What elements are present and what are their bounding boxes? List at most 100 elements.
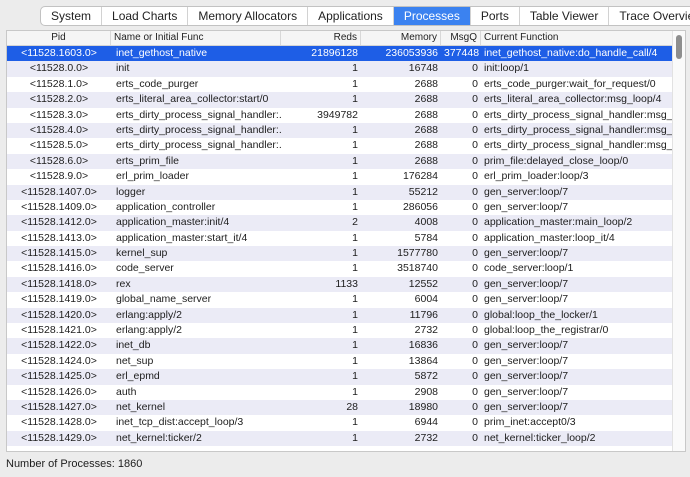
cell-msgq: 0 (472, 77, 478, 90)
cell-memory: 2908 (414, 385, 438, 398)
cell-pid: <11528.1412.0> (21, 216, 97, 229)
table-header: Pid Name or Initial Func Reds Memory Msg… (7, 31, 673, 46)
table-row[interactable]: <11528.1424.0> net_sup 1 13864 0 gen_server:l… (7, 353, 673, 370)
table-row[interactable]: <11528.3.0> erts_dirty_process_signal_han… (7, 107, 673, 123)
cell-name: erl_prim_loader (116, 170, 189, 183)
cell-msgq: 0 (472, 62, 478, 75)
cell-pid: <11528.4.0> (29, 123, 89, 136)
vertical-scrollbar[interactable] (672, 31, 685, 451)
cell-msgq: 0 (472, 277, 478, 290)
cell-current-function: gen_server:loop/7 (484, 400, 569, 413)
tab-system[interactable]: System (41, 7, 103, 25)
cell-memory: 2688 (414, 93, 438, 106)
tab-trace-overview[interactable]: Trace Overview (609, 7, 690, 25)
cell-msgq: 0 (472, 293, 478, 306)
table-row[interactable]: <11528.1421.0> erlang:apply/2 1 2732 0 global… (7, 323, 673, 339)
table-row[interactable]: <11528.1412.0> application_master:init/4 2… (7, 215, 673, 231)
cell-reds: 1 (352, 354, 358, 367)
cell-name: erlang:apply/2 (116, 308, 182, 321)
cell-msgq: 0 (472, 123, 478, 136)
cell-name: erts_dirty_process_signal_handler:... (116, 108, 281, 121)
cell-memory: 5784 (414, 231, 438, 244)
scrollbar-thumb[interactable] (676, 35, 682, 59)
cell-msgq: 0 (472, 170, 478, 183)
table-row[interactable]: <11528.1415.0> kernel_sup 1 1577780 0 gen_ser… (7, 246, 673, 262)
cell-current-function: erts_dirty_process_signal_handler:msg_lo… (484, 139, 673, 152)
cell-memory: 12552 (408, 277, 438, 290)
cell-name: kernel_sup (116, 247, 168, 260)
table-row[interactable]: <11528.5.0> erts_dirty_process_signal_han… (7, 138, 673, 154)
tab-applications[interactable]: Applications (308, 7, 394, 25)
cell-pid: <11528.1419.0> (21, 293, 97, 306)
cell-name: inet_gethost_native (116, 47, 208, 59)
cell-msgq: 0 (472, 400, 478, 413)
cell-name: net_sup (116, 354, 154, 367)
cell-name: global_name_server (116, 293, 212, 306)
cell-msgq: 0 (472, 385, 478, 398)
column-header-reds[interactable]: Reds (281, 31, 361, 45)
column-header-msgq[interactable]: MsgQ (441, 31, 481, 45)
table-row[interactable]: <11528.6.0> erts_prim_file 1 2688 0 prim_file… (7, 153, 673, 170)
table-row[interactable]: <11528.1407.0> logger 1 55212 0 gen_server:lo… (7, 184, 673, 200)
tab-load-charts[interactable]: Load Charts (102, 7, 189, 25)
table-row[interactable]: <11528.1409.0> application_controller 1 286… (7, 199, 673, 216)
cell-pid: <11528.1413.0> (21, 231, 97, 244)
cell-name: net_kernel:ticker/2 (116, 431, 202, 444)
cell-pid: <11528.5.0> (29, 139, 89, 152)
cell-memory: 16748 (408, 62, 438, 75)
table-row[interactable]: <11528.1603.0> inet_gethost_native 2189612… (7, 46, 673, 62)
table-row[interactable]: <11528.1422.0> inet_db 1 16836 0 gen_server:l… (7, 338, 673, 354)
cell-reds: 1 (352, 123, 358, 136)
table-row[interactable]: <11528.1416.0> code_server 1 3518740 0 code_s… (7, 261, 673, 277)
cell-name: net_kernel (116, 400, 166, 413)
cell-current-function: erts_dirty_process_signal_handler:msg_lo… (484, 108, 673, 121)
column-header-name[interactable]: Name or Initial Func (111, 31, 281, 45)
cell-pid: <11528.1409.0> (21, 200, 97, 213)
tab-table-viewer[interactable]: Table Viewer (520, 7, 610, 25)
cell-memory: 2688 (414, 139, 438, 152)
table-row[interactable]: <11528.1420.0> erlang:apply/2 1 11796 0 globa… (7, 307, 673, 324)
cell-pid: <11528.1416.0> (21, 262, 97, 275)
cell-msgq: 0 (472, 339, 478, 352)
table-row[interactable]: <11528.1419.0> global_name_server 1 6004 0 ge… (7, 292, 673, 308)
table-row[interactable]: <11528.2.0> erts_literal_area_collector:s… (7, 92, 673, 108)
cell-current-function: init:loop/1 (484, 62, 529, 75)
cell-reds: 1 (352, 62, 358, 75)
table-row[interactable]: <11528.1428.0> inet_tcp_dist:accept_loop/… (7, 415, 673, 431)
cell-pid: <11528.1428.0> (21, 416, 97, 429)
cell-msgq: 0 (472, 416, 478, 429)
cell-memory: 16836 (408, 339, 438, 352)
cell-current-function: erts_code_purger:wait_for_request/0 (484, 77, 656, 90)
table-row[interactable]: <11528.1426.0> auth 1 2908 0 gen_server:loop/… (7, 384, 673, 400)
cell-reds: 1 (352, 339, 358, 352)
cell-name: code_server (116, 262, 174, 275)
cell-msgq: 0 (472, 93, 478, 106)
table-row[interactable]: <11528.1427.0> net_kernel 28 18980 0 gen_serv… (7, 399, 673, 416)
tab-processes[interactable]: Processes (393, 7, 471, 25)
cell-current-function: code_server:loop/1 (484, 262, 574, 275)
cell-memory: 11796 (409, 308, 438, 321)
cell-pid: <11528.1427.0> (21, 400, 97, 413)
column-header-current-function[interactable]: Current Function (481, 31, 673, 45)
tab-ports[interactable]: Ports (471, 7, 520, 25)
table-row[interactable]: <11528.1.0> erts_code_purger 1 2688 0 erts_co… (7, 76, 673, 93)
column-header-memory[interactable]: Memory (361, 31, 441, 45)
cell-msgq: 0 (472, 231, 478, 244)
cell-reds: 1 (352, 231, 358, 244)
table-row[interactable]: <11528.9.0> erl_prim_loader 1 176284 0 erl_pr… (7, 169, 673, 185)
cell-msgq: 0 (472, 262, 478, 275)
cell-msgq: 0 (472, 354, 478, 367)
tab-memory-allocators[interactable]: Memory Allocators (188, 7, 309, 25)
table-row[interactable]: <11528.0.0> init 1 16748 0 init:loop/1 (7, 61, 673, 77)
cell-current-function: gen_server:loop/7 (484, 277, 569, 290)
cell-current-function: net_kernel:ticker_loop/2 (484, 431, 596, 444)
table-row[interactable]: <11528.1429.0> net_kernel:ticker/2 1 2732 0 n… (7, 430, 673, 447)
cell-name: init (116, 62, 130, 75)
column-header-pid[interactable]: Pid (7, 31, 111, 45)
table-row[interactable]: <11528.1413.0> application_master:start_i… (7, 230, 673, 247)
table-row[interactable]: <11528.4.0> erts_dirty_process_signal_han… (7, 122, 673, 139)
table-row[interactable]: <11528.1418.0> rex 1133 12552 0 gen_server:lo… (7, 276, 673, 293)
cell-memory: 4008 (414, 216, 438, 229)
table-row[interactable]: <11528.1425.0> erl_epmd 1 5872 0 gen_server:l… (7, 369, 673, 385)
cell-current-function: gen_server:loop/7 (484, 370, 569, 383)
